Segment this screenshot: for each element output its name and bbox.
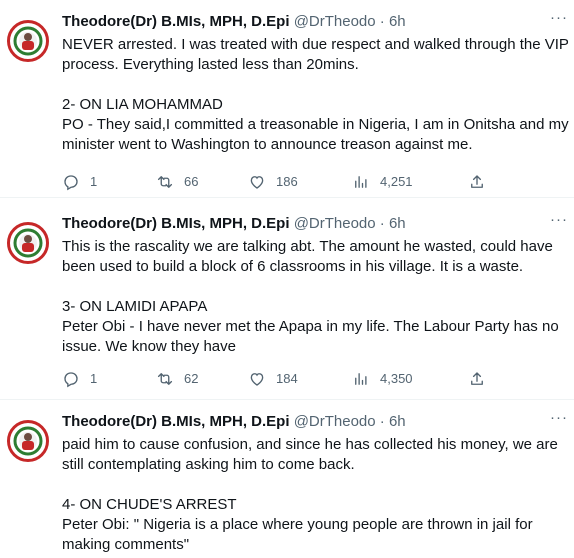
meta-separator: · xyxy=(379,13,385,30)
heart-icon xyxy=(250,373,264,386)
views-button[interactable]: 4,251 xyxy=(352,172,413,192)
share-button[interactable] xyxy=(468,369,486,389)
tweet-header: Theodore(Dr) B.MIs, MPH, D.Epi @DrTheodo… xyxy=(62,12,406,32)
retweet-count: 66 xyxy=(184,174,199,189)
views-icon xyxy=(355,373,367,385)
tweet-text: NEVER arrested. I was treated with due r… xyxy=(62,35,570,155)
avatar[interactable] xyxy=(7,420,49,462)
view-count: 4,350 xyxy=(380,371,413,386)
avatar[interactable] xyxy=(7,20,49,62)
author-handle[interactable]: @DrTheodo xyxy=(294,215,376,232)
reply-button[interactable]: 1 xyxy=(62,172,97,192)
author-handle[interactable]: @DrTheodo xyxy=(294,13,376,30)
tweet-text: paid him to cause confusion, and since h… xyxy=(62,435,570,555)
author-name[interactable]: Theodore(Dr) B.MIs, MPH, D.Epi xyxy=(62,13,290,30)
tweet-thread: Theodore(Dr) B.MIs, MPH, D.Epi @DrTheodo… xyxy=(0,0,574,558)
tweet-paragraph: 3- ON LAMIDI APAPA xyxy=(62,298,208,315)
views-button[interactable]: 4,350 xyxy=(352,369,413,389)
author-handle[interactable]: @DrTheodo xyxy=(294,413,376,430)
tweet-actions: 1 62 184 4,350 xyxy=(62,369,492,389)
tweet-paragraph xyxy=(62,75,570,95)
tweet-header: Theodore(Dr) B.MIs, MPH, D.Epi @DrTheodo… xyxy=(62,412,406,432)
tweet-paragraph: This is the rascality we are talking abt… xyxy=(62,238,553,275)
tweet-paragraph: 4- ON CHUDE'S ARREST xyxy=(62,496,237,513)
reply-icon xyxy=(64,175,78,191)
avatar[interactable] xyxy=(7,222,49,264)
share-icon xyxy=(471,372,483,385)
labour-party-logo-icon xyxy=(11,226,45,260)
more-icon[interactable]: ··· xyxy=(548,212,570,234)
labour-party-logo-icon xyxy=(11,424,45,458)
tweet-2[interactable]: Theodore(Dr) B.MIs, MPH, D.Epi @DrTheodo… xyxy=(0,212,574,400)
like-count: 186 xyxy=(276,174,298,189)
like-button[interactable]: 186 xyxy=(248,172,298,192)
more-icon[interactable]: ··· xyxy=(548,410,570,432)
reply-button[interactable]: 1 xyxy=(62,369,97,389)
tweet-paragraph: NEVER arrested. I was treated with due r… xyxy=(62,36,569,73)
reply-count: 1 xyxy=(90,371,98,386)
tweet-header: Theodore(Dr) B.MIs, MPH, D.Epi @DrTheodo… xyxy=(62,214,406,234)
tweet-paragraph: paid him to cause confusion, and since h… xyxy=(62,436,558,473)
reply-icon xyxy=(64,372,78,388)
more-icon[interactable]: ··· xyxy=(548,10,570,32)
retweet-button[interactable]: 66 xyxy=(156,172,198,192)
tweet-paragraph: 2- ON LIA MOHAMMAD xyxy=(62,96,223,113)
tweet-3[interactable]: Theodore(Dr) B.MIs, MPH, D.Epi @DrTheodo… xyxy=(0,410,574,558)
tweet-paragraph: Peter Obi - I have never met the Apapa i… xyxy=(62,318,559,355)
retweet-count: 62 xyxy=(184,371,199,386)
share-icon xyxy=(471,175,483,188)
views-icon xyxy=(355,176,367,188)
share-button[interactable] xyxy=(468,172,486,192)
timestamp[interactable]: 6h xyxy=(389,413,406,430)
view-count: 4,251 xyxy=(380,174,413,189)
tweet-paragraph xyxy=(62,475,570,495)
tweet-paragraph: PO - They said,I committed a treasonable… xyxy=(62,116,569,153)
tweet-paragraph xyxy=(62,277,570,297)
meta-separator: · xyxy=(379,215,385,232)
retweet-icon xyxy=(157,373,173,385)
tweet-text: This is the rascality we are talking abt… xyxy=(62,237,570,357)
meta-separator: · xyxy=(379,413,385,430)
author-name[interactable]: Theodore(Dr) B.MIs, MPH, D.Epi xyxy=(62,215,290,232)
tweet-1[interactable]: Theodore(Dr) B.MIs, MPH, D.Epi @DrTheodo… xyxy=(0,10,574,198)
retweet-icon xyxy=(157,176,173,188)
like-button[interactable]: 184 xyxy=(248,369,298,389)
heart-icon xyxy=(250,176,264,189)
retweet-button[interactable]: 62 xyxy=(156,369,198,389)
labour-party-logo-icon xyxy=(11,24,45,58)
tweet-actions: 1 66 186 4,251 xyxy=(62,172,492,192)
tweet-paragraph: Peter Obi: " Nigeria is a place where yo… xyxy=(62,516,533,553)
like-count: 184 xyxy=(276,371,298,386)
author-name[interactable]: Theodore(Dr) B.MIs, MPH, D.Epi xyxy=(62,413,290,430)
timestamp[interactable]: 6h xyxy=(389,13,406,30)
tweet-divider xyxy=(0,399,574,400)
reply-count: 1 xyxy=(90,174,98,189)
timestamp[interactable]: 6h xyxy=(389,215,406,232)
tweet-divider xyxy=(0,197,574,198)
